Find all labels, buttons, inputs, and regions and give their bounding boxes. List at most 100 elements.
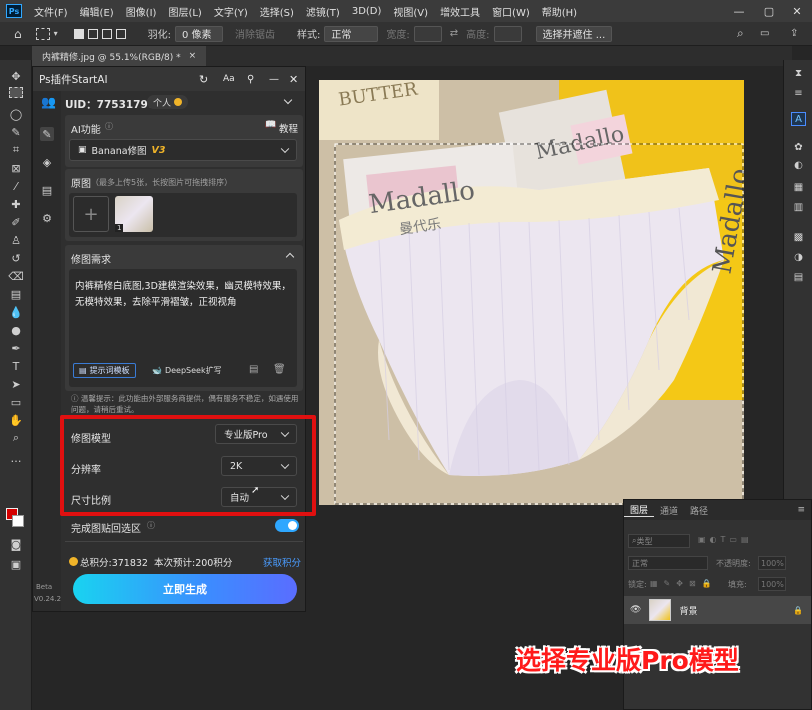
chevron-up-icon[interactable]: [285, 252, 295, 262]
lasso-tool-icon[interactable]: ◯: [6, 106, 26, 122]
blend-mode-select[interactable]: 正常: [628, 556, 708, 570]
swap-icon[interactable]: ⇄: [450, 28, 458, 39]
history-icon[interactable]: ⧗: [791, 66, 806, 80]
share-icon[interactable]: ⇪: [790, 28, 798, 39]
move-tool-icon[interactable]: ✥: [6, 68, 26, 84]
layers-stack-icon[interactable]: ◈: [40, 155, 54, 169]
book-icon[interactable]: 📖: [265, 120, 276, 130]
menu-window[interactable]: 窗口(W): [486, 4, 536, 19]
selection-mode-icons[interactable]: [73, 28, 126, 39]
add-image-button[interactable]: +: [73, 196, 109, 232]
ai-assistant-icon[interactable]: A: [791, 112, 806, 126]
menu-help[interactable]: 帮助(H): [536, 4, 583, 19]
crop-tool-icon[interactable]: ⌗: [6, 142, 26, 158]
close-panel-icon[interactable]: ✕: [289, 73, 298, 86]
panel-menu-icon[interactable]: ≡: [797, 505, 805, 515]
height-input[interactable]: [493, 25, 522, 42]
tab-channels[interactable]: 通道: [654, 504, 684, 517]
history-list-icon[interactable]: ▤: [249, 364, 258, 375]
feather-input[interactable]: 0 像素: [175, 25, 224, 42]
menu-file[interactable]: 文件(F): [28, 4, 74, 19]
get-points-link[interactable]: 获取积分: [263, 555, 301, 569]
opacity-input[interactable]: 100%: [758, 556, 786, 570]
menu-type[interactable]: 文字(Y): [208, 4, 254, 19]
styles-icon[interactable]: ▤: [791, 270, 806, 284]
maximize-button[interactable]: ▢: [754, 0, 784, 22]
prompt-template-button[interactable]: ▤ 提示词模板: [73, 363, 136, 378]
history-brush-icon[interactable]: ↺: [6, 250, 26, 266]
tab-paths[interactable]: 路径: [684, 504, 714, 517]
info-icon[interactable]: ⓘ: [147, 520, 155, 531]
generate-button[interactable]: 立即生成: [73, 574, 297, 604]
zoom-tool-icon[interactable]: ⌕: [6, 430, 26, 446]
refresh-icon[interactable]: ↻: [199, 73, 208, 86]
clone-stamp-icon[interactable]: ♙: [6, 232, 26, 248]
menu-view[interactable]: 视图(V): [387, 4, 434, 19]
select-and-mask-button[interactable]: 选择并遮住 ...: [535, 25, 613, 42]
adjustments-icon[interactable]: ◑: [791, 250, 806, 264]
gear-icon[interactable]: ⚙: [40, 211, 54, 225]
pin-icon[interactable]: ⚲: [247, 74, 254, 85]
menu-plugins[interactable]: 增效工具: [434, 4, 486, 19]
quick-mask-icon[interactable]: ◙: [6, 536, 26, 552]
background-color-swatch[interactable]: [12, 515, 24, 527]
antialias-checkbox[interactable]: 消除锯齿: [235, 26, 275, 41]
dodge-tool-icon[interactable]: ●: [6, 322, 26, 338]
frame-tool-icon[interactable]: ⊠: [6, 160, 26, 176]
menu-3d[interactable]: 3D(D): [346, 6, 388, 17]
menu-select[interactable]: 选择(S): [254, 4, 300, 19]
visibility-eye-icon[interactable]: 👁: [630, 605, 641, 615]
type-tool-icon[interactable]: T: [6, 358, 26, 374]
menu-layer[interactable]: 图层(L): [162, 4, 207, 19]
close-window-button[interactable]: ✕: [782, 0, 812, 22]
tutorial-link[interactable]: 教程: [279, 121, 298, 135]
close-tab-icon[interactable]: ×: [189, 51, 197, 61]
source-thumbnail[interactable]: 1: [115, 196, 153, 232]
screen-mode-icon[interactable]: ▣: [6, 556, 26, 572]
tab-layers[interactable]: 图层: [624, 503, 655, 517]
prompt-box[interactable]: 内裤精修白底图,3D建模渲染效果，幽灵模特效果，无模特效果，去除平滑褶皱，正视视…: [69, 269, 297, 387]
fill-input[interactable]: 100%: [758, 577, 786, 591]
quick-select-tool-icon[interactable]: ✎: [6, 124, 26, 140]
deepseek-expand-button[interactable]: 🐋 DeepSeek扩写: [147, 363, 227, 378]
hand-tool-icon[interactable]: ✋: [6, 412, 26, 428]
libraries-icon[interactable]: ▩: [791, 230, 806, 244]
rect-marquee-tool-icon[interactable]: [9, 87, 23, 98]
properties-icon[interactable]: ≡: [791, 86, 806, 100]
layer-filter-select[interactable]: ⌕ 类型: [628, 534, 690, 548]
edit-icon[interactable]: ✎: [40, 127, 54, 141]
brush-tool-icon[interactable]: ✐: [6, 214, 26, 230]
menu-filter[interactable]: 滤镜(T): [300, 4, 346, 19]
document-canvas[interactable]: BUTTER Madallo Madallo Madallo 曼代乐: [319, 80, 744, 505]
gradients-icon[interactable]: ▥: [791, 200, 806, 214]
shape-tool-icon[interactable]: ▭: [6, 394, 26, 410]
document-icon[interactable]: ▤: [40, 183, 54, 197]
more-tools-icon[interactable]: …: [6, 450, 26, 466]
minimize-button[interactable]: —: [724, 0, 754, 22]
pen-tool-icon[interactable]: ✒: [6, 340, 26, 356]
layer-filter-icons[interactable]: ▣◐T▭▤: [698, 535, 753, 544]
workspace-icon[interactable]: ▭: [760, 28, 769, 39]
chevron-down-icon[interactable]: ▾: [54, 29, 58, 38]
gradient-tool-icon[interactable]: ▤: [6, 286, 26, 302]
font-size-icon[interactable]: Aa: [223, 74, 235, 84]
paste-back-toggle[interactable]: [275, 519, 299, 532]
color-icon[interactable]: ◐: [791, 158, 806, 172]
brush-settings-icon[interactable]: ✿: [791, 140, 806, 154]
ai-function-select[interactable]: ▣ Banana修图 V3: [69, 139, 297, 161]
style-select[interactable]: 正常: [324, 25, 379, 42]
layer-name[interactable]: 背景: [679, 604, 697, 617]
menu-edit[interactable]: 编辑(E): [74, 4, 120, 19]
eraser-tool-icon[interactable]: ⌫: [6, 268, 26, 284]
marquee-tool-icon[interactable]: [35, 27, 50, 40]
healing-brush-icon[interactable]: ✚: [6, 196, 26, 212]
account-badge[interactable]: 个人: [147, 95, 189, 109]
eyedropper-tool-icon[interactable]: ⁄: [6, 178, 26, 194]
trash-icon[interactable]: 🗑: [273, 364, 286, 375]
home-icon[interactable]: ⌂: [14, 27, 22, 41]
chevron-down-icon[interactable]: [283, 95, 293, 105]
search-icon[interactable]: ⌕: [737, 26, 744, 41]
layer-row[interactable]: 👁 背景 🔒: [624, 596, 811, 624]
prompt-textarea[interactable]: 内裤精修白底图,3D建模渲染效果，幽灵模特效果，无模特效果，去除平滑褶皱，正视视…: [75, 279, 293, 311]
menu-image[interactable]: 图像(I): [120, 4, 163, 19]
